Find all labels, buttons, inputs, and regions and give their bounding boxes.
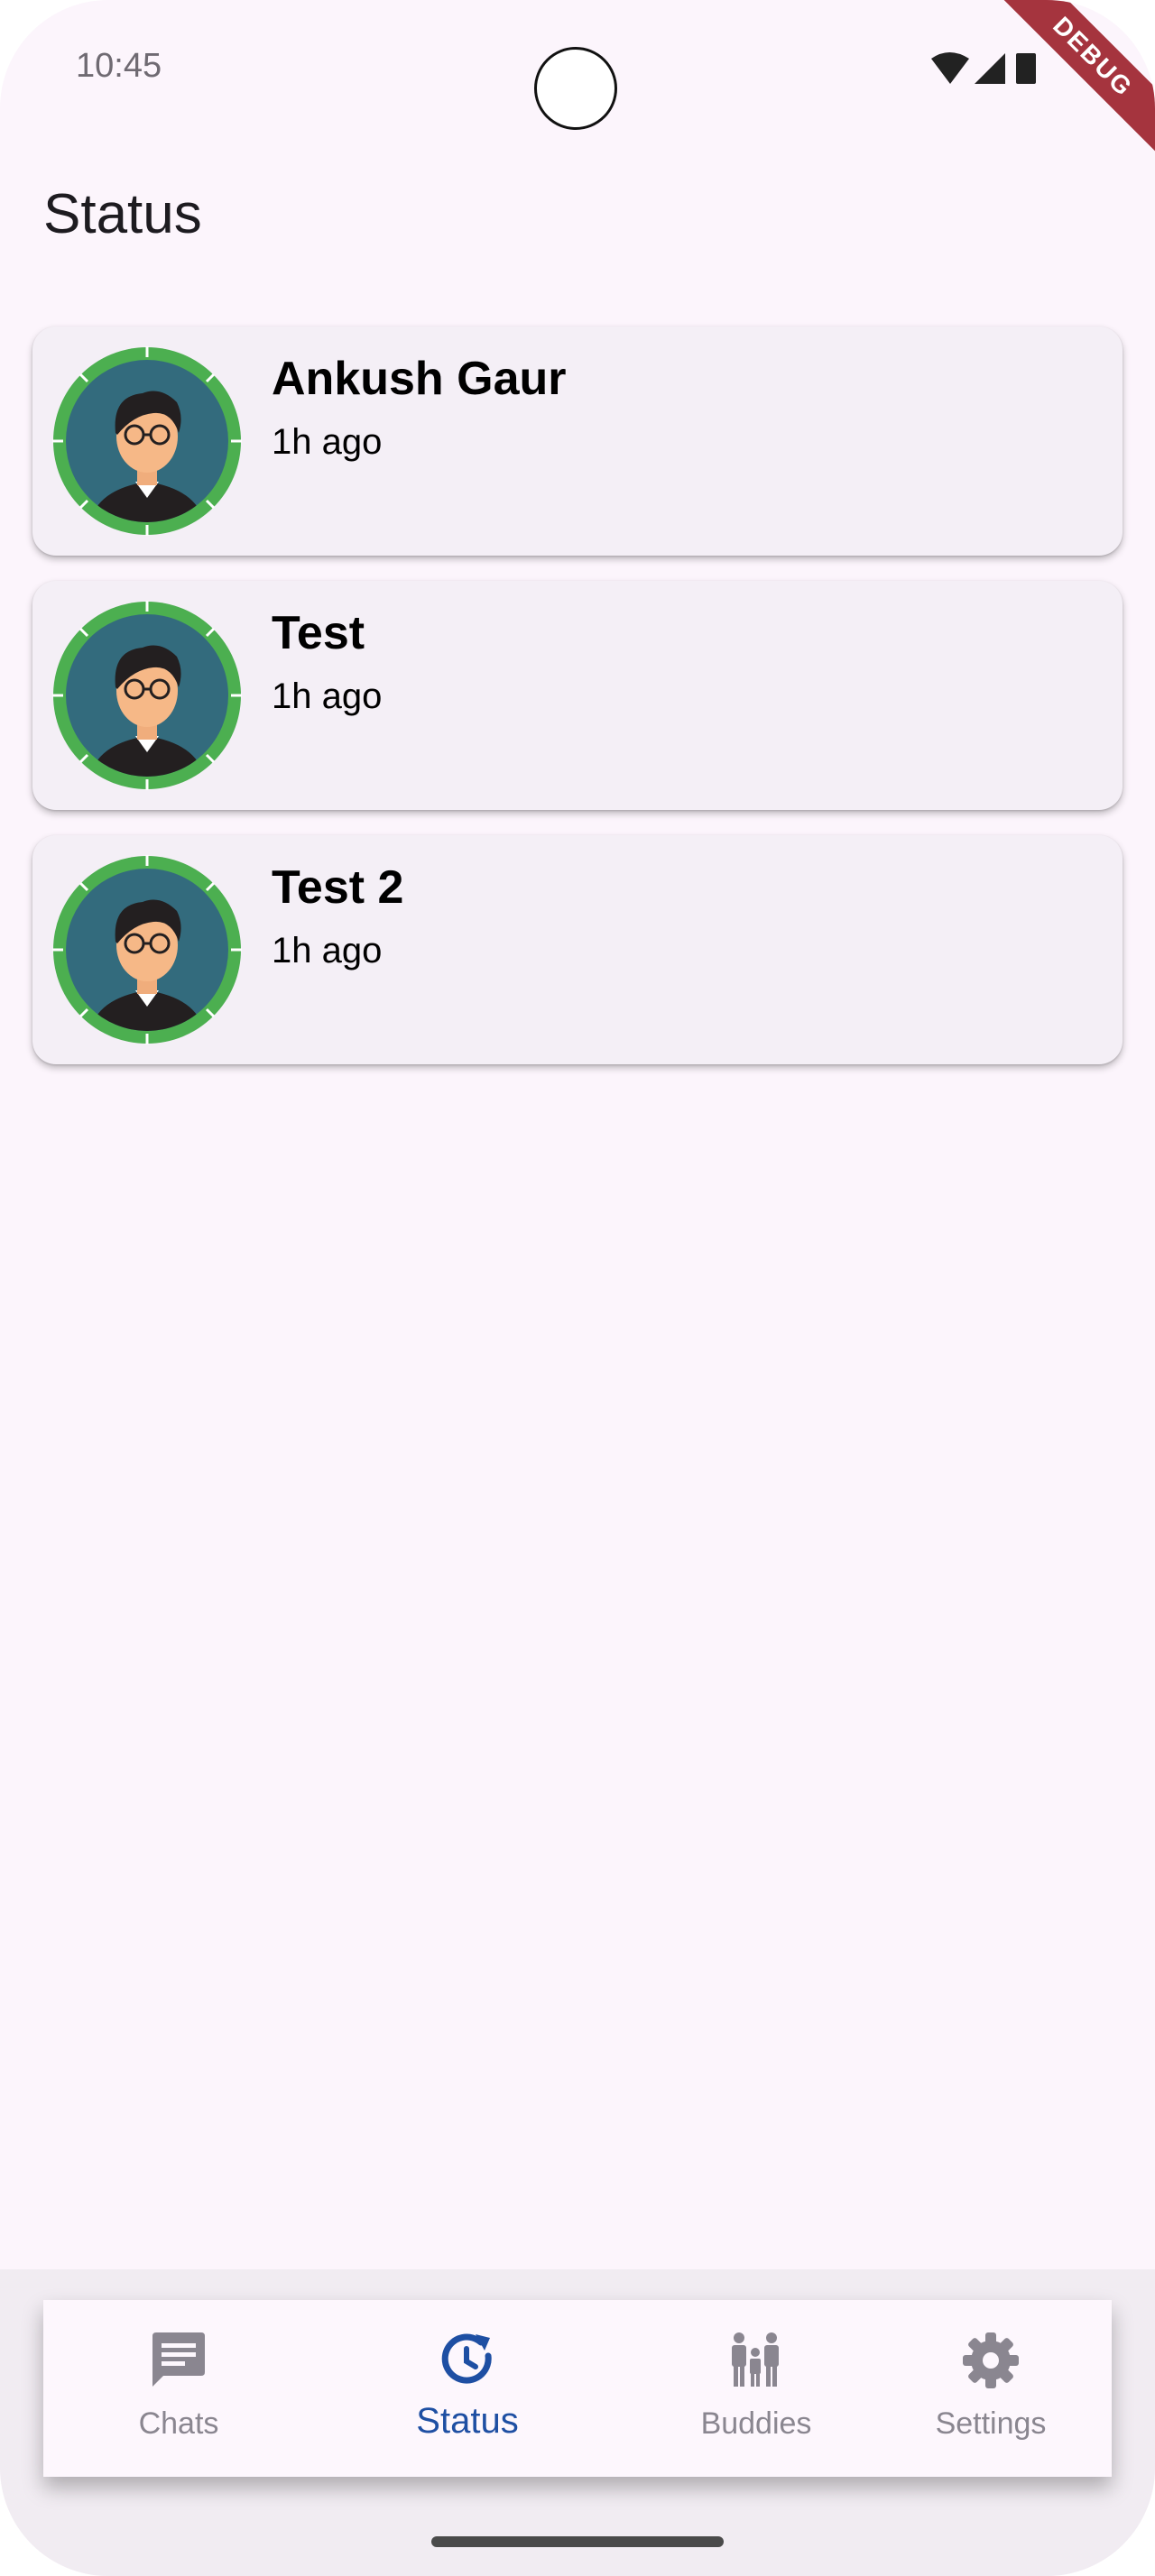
- phone-screen: 10:45 DEBUG Status Ankush Gaur 1h ago Te…: [0, 0, 1155, 2576]
- status-update-icon: [441, 2333, 492, 2384]
- status-list: Ankush Gaur 1h ago Test 1h ago Test 2 1h…: [32, 327, 1123, 1090]
- signal-icon: [975, 53, 1005, 84]
- status-card[interactable]: Ankush Gaur 1h ago: [32, 327, 1123, 556]
- nav-label-status: Status: [416, 2401, 519, 2441]
- status-time: 1h ago: [272, 422, 383, 462]
- avatar: [52, 346, 242, 536]
- wifi-icon: [931, 52, 969, 84]
- camera-cutout: [534, 47, 617, 130]
- home-indicator[interactable]: [431, 2536, 724, 2547]
- gear-icon: [963, 2332, 1019, 2388]
- status-time: 1h ago: [272, 676, 383, 716]
- nav-item-status[interactable]: Status: [350, 2300, 585, 2477]
- status-name: Test: [272, 607, 365, 659]
- status-bar-time: 10:45: [76, 47, 162, 85]
- status-time: 1h ago: [272, 931, 383, 971]
- page-title: Status: [43, 183, 202, 245]
- chat-icon: [152, 2332, 205, 2387]
- nav-label-settings: Settings: [935, 2406, 1047, 2441]
- avatar: [52, 855, 242, 1044]
- nav-label-chats: Chats: [138, 2406, 219, 2441]
- nav-item-chats[interactable]: Chats: [61, 2300, 296, 2477]
- nav-item-buddies[interactable]: Buddies: [639, 2300, 873, 2477]
- status-name: Ankush Gaur: [272, 353, 567, 405]
- battery-icon: [1016, 53, 1036, 84]
- status-card[interactable]: Test 2 1h ago: [32, 835, 1123, 1064]
- nav-item-settings[interactable]: Settings: [882, 2300, 1099, 2477]
- bottom-nav: Chats Status Buddies Settings: [43, 2300, 1112, 2477]
- status-card[interactable]: Test 1h ago: [32, 581, 1123, 810]
- people-icon: [732, 2332, 779, 2387]
- status-bar-icons: [931, 52, 1036, 84]
- status-name: Test 2: [272, 861, 404, 914]
- avatar: [52, 601, 242, 790]
- nav-label-buddies: Buddies: [700, 2406, 812, 2441]
